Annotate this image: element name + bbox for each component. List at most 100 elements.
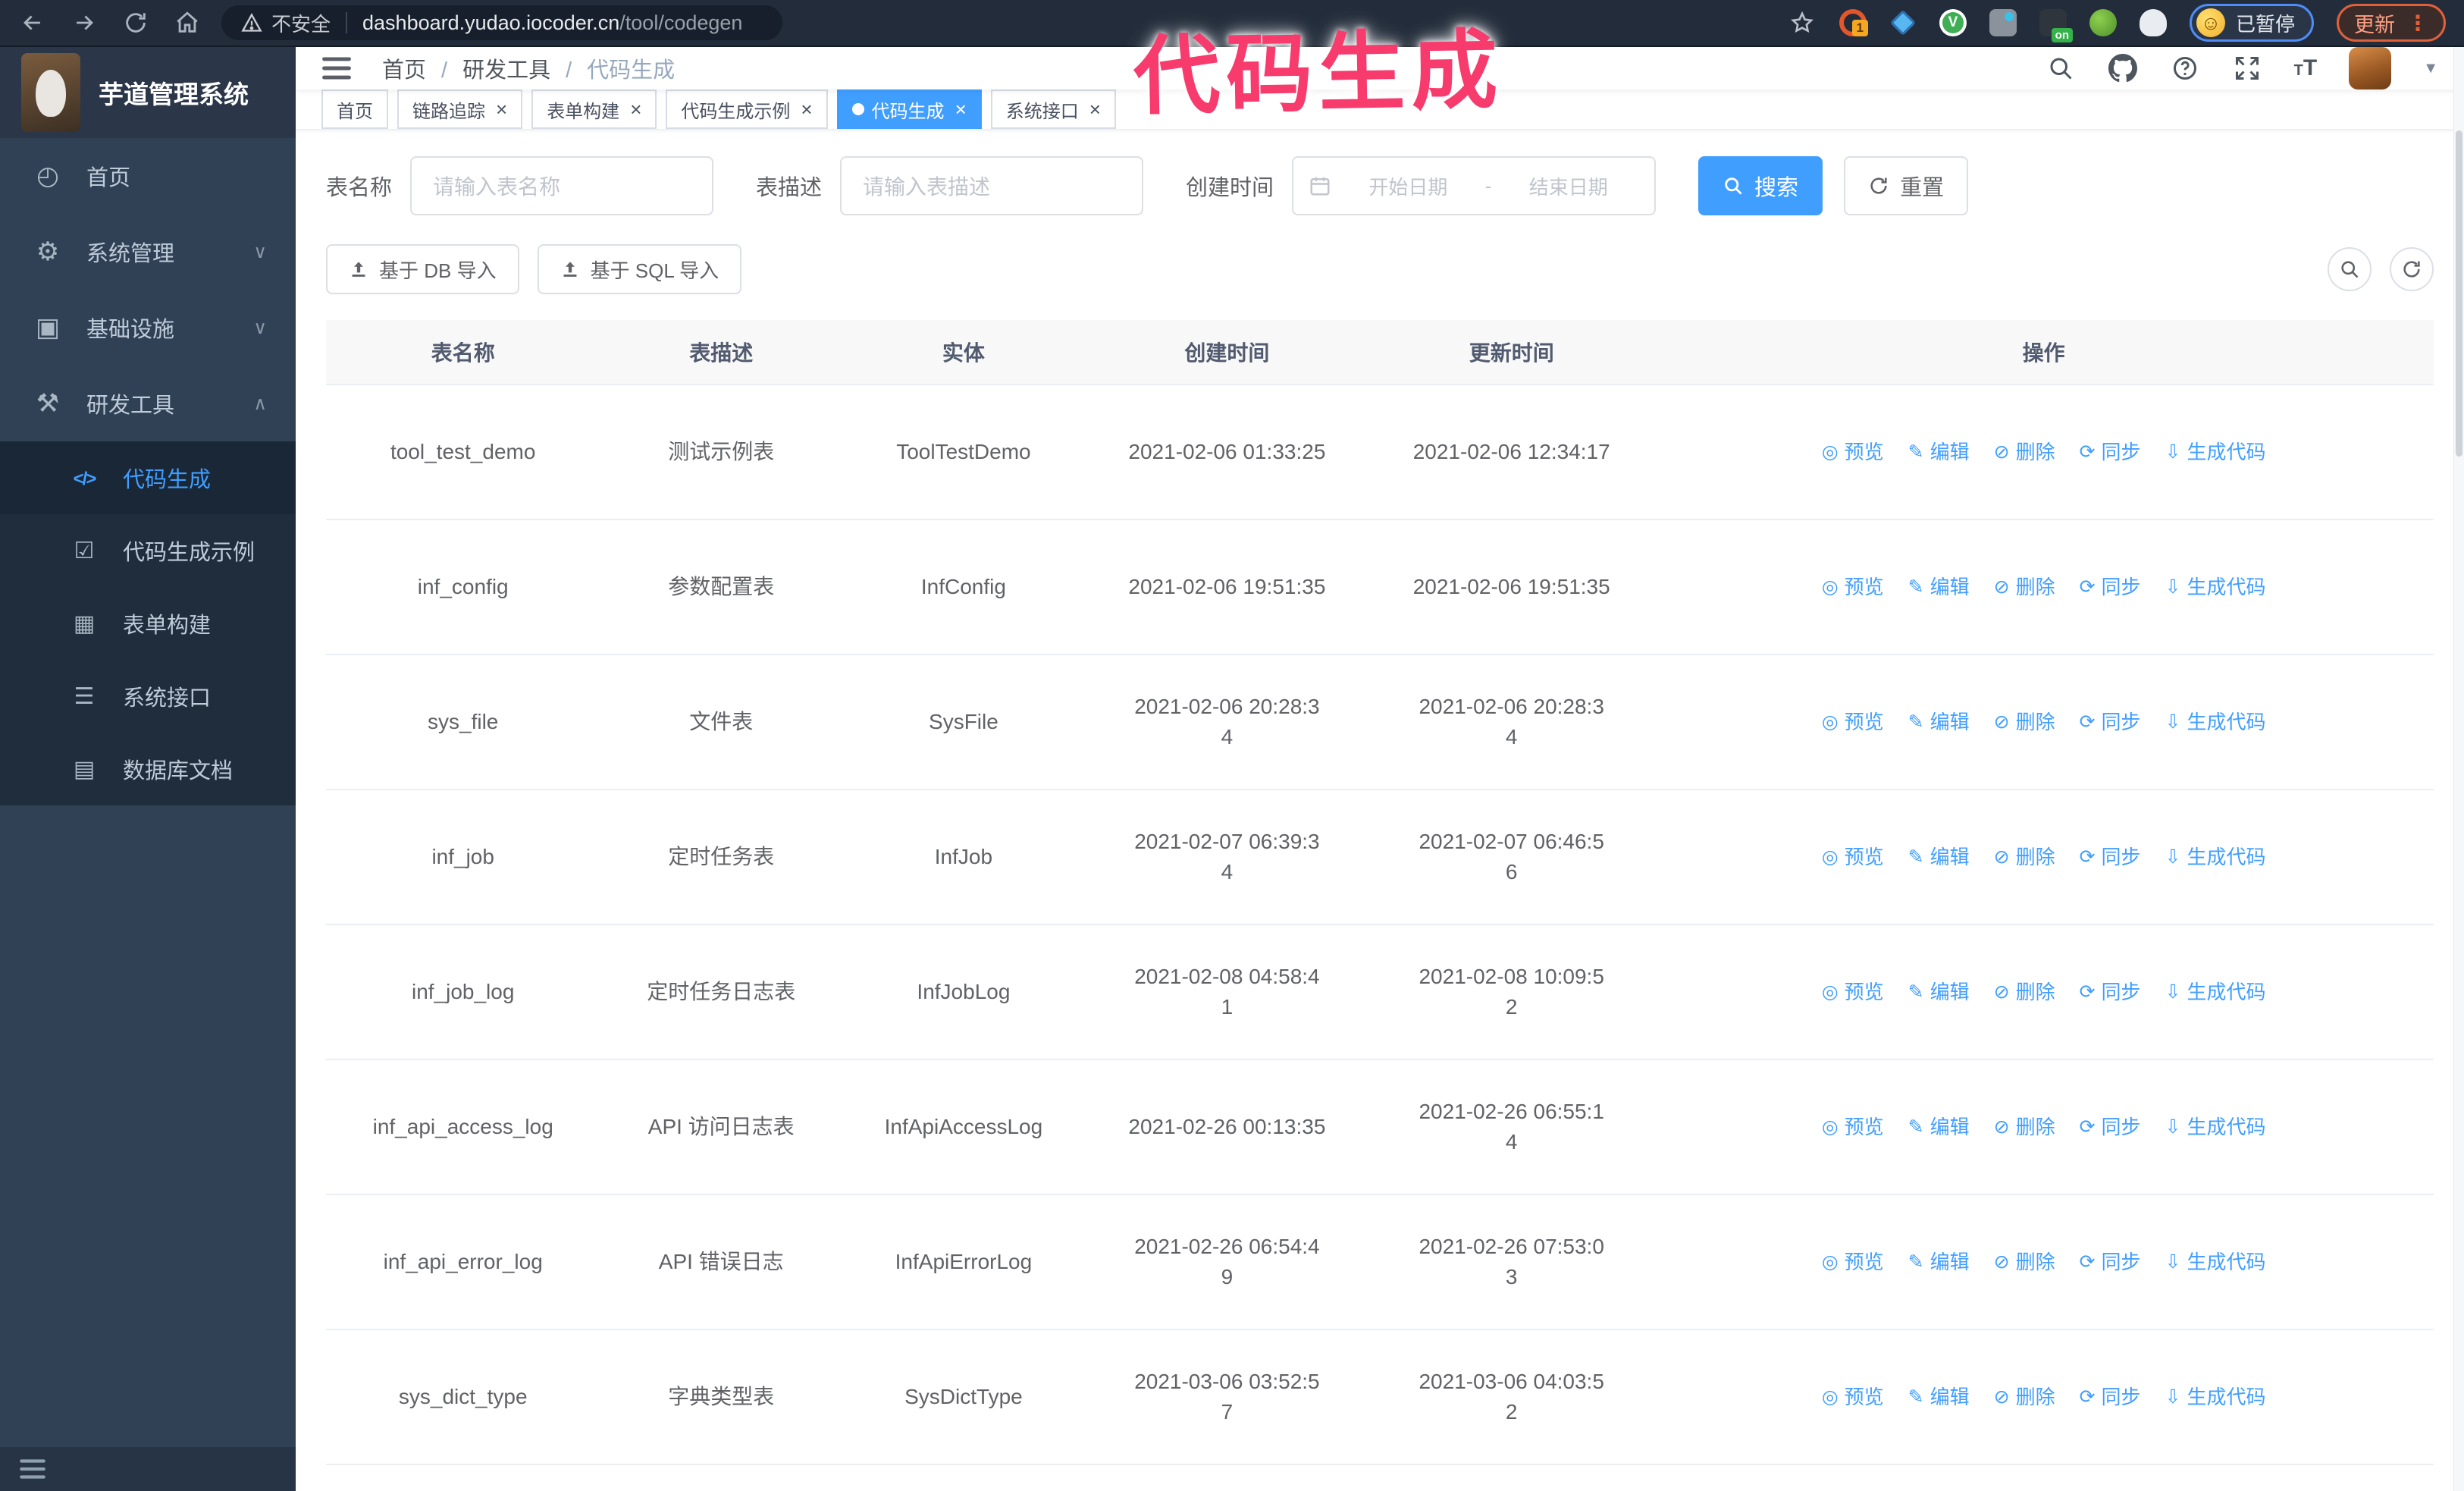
reload-icon[interactable] [121, 8, 150, 37]
delete-link[interactable]: 删除 [1994, 1247, 2055, 1277]
close-icon[interactable]: × [630, 99, 641, 119]
sync-link[interactable]: 同步 [2080, 437, 2141, 467]
tab[interactable]: 链路追踪 × [397, 89, 523, 129]
generate-code-link[interactable]: 生成代码 [2165, 572, 2266, 602]
preview-link[interactable]: 预览 [1822, 842, 1884, 872]
generate-code-link[interactable]: 生成代码 [2165, 1112, 2266, 1142]
edit-link[interactable]: 编辑 [1908, 977, 1970, 1007]
github-icon[interactable] [2108, 53, 2138, 83]
import-db-button[interactable]: 基于 DB 导入 [326, 244, 519, 294]
sidebar-menu-item[interactable]: 基础设施 [0, 290, 296, 366]
sync-link[interactable]: 同步 [2080, 572, 2141, 602]
generate-code-link[interactable]: 生成代码 [2165, 1382, 2266, 1412]
fullscreen-icon[interactable] [2232, 53, 2262, 83]
address-bar[interactable]: 不安全 dashboard.yudao.iocoder.cn/tool/code… [221, 5, 782, 40]
edit-link[interactable]: 编辑 [1908, 707, 1970, 737]
edit-link[interactable]: 编辑 [1908, 1382, 1970, 1412]
close-icon[interactable]: × [496, 99, 507, 119]
hamburger-icon[interactable] [321, 53, 352, 83]
delete-link[interactable]: 删除 [1994, 1382, 2055, 1412]
refresh-table-button[interactable] [2390, 247, 2434, 291]
table-desc-input[interactable]: 请输入表描述 [840, 156, 1144, 215]
delete-link[interactable]: 删除 [1994, 977, 2055, 1007]
browser-menu-dots-icon[interactable]: ⋮ [2407, 11, 2428, 36]
generate-code-link[interactable]: 生成代码 [2165, 707, 2266, 737]
tab[interactable]: 系统接口 × [990, 89, 1116, 129]
scrollbar[interactable] [2453, 47, 2464, 1491]
tab[interactable]: 代码生成示例 × [666, 89, 828, 129]
caret-down-icon[interactable]: ▼ [2423, 60, 2438, 77]
close-icon[interactable]: × [1089, 99, 1101, 119]
extension-green-icon[interactable] [2089, 9, 2117, 36]
forward-icon[interactable] [70, 8, 99, 37]
browser-profile-button[interactable]: ☺ 已暂停 [2189, 4, 2314, 42]
user-avatar[interactable] [2349, 47, 2392, 89]
extension-switch-icon[interactable]: on [2039, 9, 2073, 42]
extension-gray-icon[interactable] [1989, 9, 2017, 36]
sidebar-collapse-bar[interactable] [0, 1447, 296, 1491]
breadcrumb-item[interactable]: 代码生成 [587, 52, 675, 84]
sidebar-menu-item[interactable]: 首页 [0, 138, 296, 214]
generate-code-link[interactable]: 生成代码 [2165, 437, 2266, 467]
bookmark-star-icon[interactable] [1788, 8, 1817, 37]
edit-link[interactable]: 编辑 [1908, 437, 1970, 467]
close-icon[interactable]: × [955, 99, 967, 119]
extension-gem-icon[interactable] [1889, 9, 1917, 36]
extension-v-icon[interactable] [1939, 9, 1967, 36]
back-icon[interactable] [18, 8, 47, 37]
generate-code-link[interactable]: 生成代码 [2165, 842, 2266, 872]
extension-blocker-icon[interactable]: 1 [1839, 9, 1868, 36]
delete-link[interactable]: 删除 [1994, 437, 2055, 467]
sync-link[interactable]: 同步 [2080, 1247, 2141, 1277]
sync-link[interactable]: 同步 [2080, 977, 2141, 1007]
sidebar-menu-item[interactable]: 研发工具 [0, 366, 296, 441]
sync-link[interactable]: 同步 [2080, 1382, 2141, 1412]
edit-link[interactable]: 编辑 [1908, 842, 1970, 872]
breadcrumb-item[interactable]: 首页 [382, 52, 462, 84]
preview-link[interactable]: 预览 [1822, 437, 1884, 467]
edit-link[interactable]: 编辑 [1908, 1247, 1970, 1277]
import-sql-button[interactable]: 基于 SQL 导入 [537, 244, 742, 294]
preview-link[interactable]: 预览 [1822, 572, 1884, 602]
sidebar-submenu-item[interactable]: 表单构建 [0, 587, 296, 660]
preview-link[interactable]: 预览 [1822, 1382, 1884, 1412]
delete-link[interactable]: 删除 [1994, 572, 2055, 602]
generate-code-link[interactable]: 生成代码 [2165, 1247, 2266, 1277]
sync-link[interactable]: 同步 [2080, 707, 2141, 737]
app-logo[interactable]: 芋道管理系统 [0, 47, 296, 138]
tab[interactable]: 表单构建 × [531, 89, 657, 129]
sync-link[interactable]: 同步 [2080, 842, 2141, 872]
browser-update-button[interactable]: 更新 ⋮ [2337, 4, 2446, 42]
table-name-input[interactable]: 请输入表名称 [410, 156, 714, 215]
delete-link[interactable]: 删除 [1994, 842, 2055, 872]
generate-code-link[interactable]: 生成代码 [2165, 977, 2266, 1007]
sync-link[interactable]: 同步 [2080, 1112, 2141, 1142]
search-icon[interactable] [2045, 53, 2076, 83]
sidebar-submenu-item[interactable]: 代码生成示例 [0, 514, 296, 587]
close-icon[interactable]: × [801, 99, 812, 119]
edit-link[interactable]: 编辑 [1908, 1112, 1970, 1142]
preview-link[interactable]: 预览 [1822, 1247, 1884, 1277]
search-button[interactable]: 搜索 [1698, 156, 1823, 215]
security-label[interactable]: 不安全 [271, 9, 331, 37]
delete-link[interactable]: 删除 [1994, 707, 2055, 737]
sidebar-menu-item[interactable]: 系统管理 [0, 214, 296, 290]
delete-link[interactable]: 删除 [1994, 1112, 2055, 1142]
preview-link[interactable]: 预览 [1822, 707, 1884, 737]
preview-link[interactable]: 预览 [1822, 1112, 1884, 1142]
end-date-placeholder[interactable]: 结束日期 [1497, 172, 1639, 200]
sidebar-submenu-item[interactable]: 数据库文档 [0, 733, 296, 805]
extensions-puzzle-icon[interactable] [2139, 9, 2167, 36]
help-icon[interactable] [2170, 53, 2200, 83]
tab[interactable]: 首页 × [321, 89, 388, 129]
reset-button[interactable]: 重置 [1844, 156, 1969, 215]
scrollbar-thumb[interactable] [2456, 130, 2462, 457]
text-size-icon[interactable]: TT [2294, 55, 2318, 81]
edit-link[interactable]: 编辑 [1908, 572, 1970, 602]
sidebar-submenu-item[interactable]: 系统接口 [0, 660, 296, 733]
start-date-placeholder[interactable]: 开始日期 [1337, 172, 1479, 200]
sidebar-submenu-item[interactable]: 代码生成 [0, 441, 296, 514]
preview-link[interactable]: 预览 [1822, 977, 1884, 1007]
toggle-search-button[interactable] [2328, 247, 2372, 291]
breadcrumb-item[interactable]: 研发工具 [462, 52, 587, 84]
